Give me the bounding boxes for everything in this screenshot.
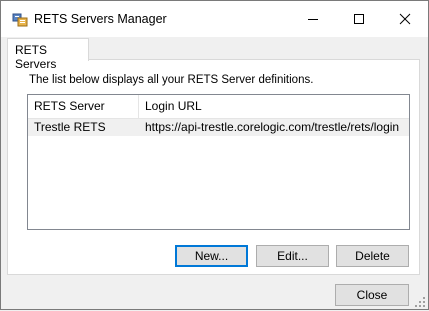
title-bar[interactable]: RETS Servers Manager xyxy=(1,1,428,37)
close-window-button[interactable] xyxy=(382,1,428,37)
server-name-cell: Trestle RETS xyxy=(34,120,106,134)
new-button[interactable]: New... xyxy=(175,245,248,267)
minimize-button[interactable] xyxy=(290,1,336,37)
list-item[interactable]: Trestle RETS https://api-trestle.corelog… xyxy=(28,119,409,136)
tab-panel: The list below displays all your RETS Se… xyxy=(7,59,420,275)
tab-rets-servers[interactable]: RETS Servers xyxy=(7,38,89,71)
column-header-login-url[interactable]: Login URL xyxy=(139,95,409,118)
close-icon xyxy=(399,13,411,25)
close-button[interactable]: Close xyxy=(335,284,409,306)
rets-servers-manager-window: RETS Servers Manager RETS Servers The li… xyxy=(0,0,429,310)
servers-app-icon xyxy=(12,12,28,28)
tab-label: RETS Servers xyxy=(15,43,57,71)
login-url-cell: https://api-trestle.corelogic.com/trestl… xyxy=(145,120,400,134)
minimize-icon xyxy=(308,19,318,20)
maximize-icon xyxy=(354,14,364,24)
window-title: RETS Servers Manager xyxy=(34,12,167,26)
resize-grip-icon[interactable] xyxy=(414,296,426,308)
column-header-server-name[interactable]: RETS Server Name xyxy=(28,95,139,136)
delete-button[interactable]: Delete xyxy=(336,245,409,267)
edit-button[interactable]: Edit... xyxy=(256,245,329,267)
maximize-button[interactable] xyxy=(336,1,382,37)
description-text: The list below displays all your RETS Se… xyxy=(29,74,314,86)
list-header: RETS Server Name Login URL xyxy=(28,95,409,136)
servers-list[interactable]: RETS Server Name Login URL Trestle RETS … xyxy=(27,94,410,230)
